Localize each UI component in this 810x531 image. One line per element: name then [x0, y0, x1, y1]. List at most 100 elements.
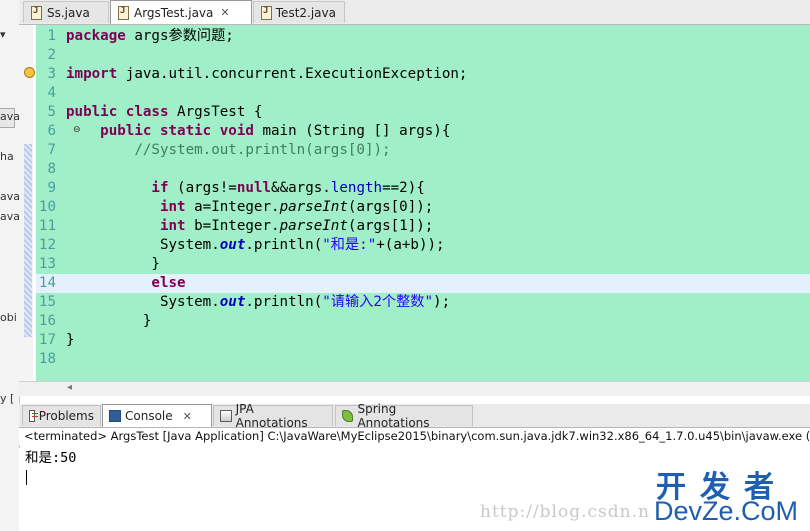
problems-icon [29, 410, 38, 422]
tree-item[interactable]: ava [0, 110, 19, 123]
static-field: out [219, 294, 246, 310]
tab-spring-annotations[interactable]: Spring Annotations [335, 402, 473, 430]
static-method: parseInt [279, 199, 348, 215]
code-line[interactable]: 1 package args参数问题; [36, 27, 810, 46]
field: length [330, 180, 383, 196]
line-number: 3 [47, 66, 56, 82]
line-number: 14 [38, 275, 56, 291]
code-line[interactable]: 10 int a=Integer.parseInt(args[0]); [36, 198, 810, 217]
tab-label: Test2.java [275, 5, 336, 20]
watermark-url: http://blog.csdn.n [480, 502, 650, 522]
tab-label: ArgsTest.java [134, 5, 214, 20]
line-number: 11 [38, 218, 56, 234]
static-method: parseInt [279, 218, 348, 234]
tab-label: Problems [38, 409, 94, 423]
close-icon[interactable]: ✕ [220, 6, 229, 19]
keyword: public static void [100, 123, 254, 139]
code-line[interactable]: 4 [36, 84, 810, 103]
code-line[interactable]: 6 public static void main (String [] arg… [36, 122, 810, 141]
line-number: 4 [47, 85, 56, 101]
java-file-icon [260, 6, 272, 20]
tree-item[interactable]: y [ [0, 392, 14, 405]
scroll-left-icon[interactable]: ◂ [67, 382, 72, 393]
selection-range-indicator [24, 144, 32, 337]
package-explorer-sliver[interactable]: ▾ ava ha ava ava obi y [ [0, 0, 20, 531]
code-line[interactable]: 13 } [36, 255, 810, 274]
string-literal: "请输入2个整数" [322, 294, 434, 310]
fold-collapse-icon[interactable]: ⊖ [73, 125, 81, 135]
tree-item[interactable]: obi [0, 311, 17, 324]
tab-label: JPA Annotations [235, 402, 308, 430]
line-number: 17 [38, 332, 56, 348]
tab-jpa-annotations[interactable]: JPA Annotations [213, 402, 333, 430]
code-line[interactable]: 17} [36, 331, 810, 350]
line-number: 6 [47, 123, 56, 139]
code-line[interactable]: 15 System.out.println("请输入2个整数"); [36, 293, 810, 312]
line-number: 8 [47, 161, 56, 177]
line-number: 9 [47, 180, 56, 196]
line-number: 16 [38, 313, 56, 329]
view-tab-bar: Problems Console ✕ JPA Annotations Sprin… [19, 402, 810, 430]
comment: //System.out.println(args[0]); [134, 142, 391, 158]
jpa-icon [220, 410, 232, 422]
close-icon[interactable]: ✕ [183, 410, 192, 423]
code-text: java.util.concurrent.ExecutionException; [117, 66, 468, 82]
text-caret [26, 470, 27, 485]
line-number: 5 [47, 104, 56, 120]
code-line[interactable]: 2 [36, 46, 810, 65]
line-number: 18 [38, 351, 56, 367]
code-line[interactable]: 3 import java.util.concurrent.ExecutionEx… [36, 65, 810, 84]
watermark-logo-en: DevZe.CoM [654, 496, 799, 526]
code-line[interactable]: 7 //System.out.println(args[0]); [36, 141, 810, 160]
chevron-down-icon[interactable]: ▾ [0, 28, 6, 41]
tab-problems[interactable]: Problems [22, 405, 101, 426]
keyword: package [66, 28, 126, 44]
tab-test2-java[interactable]: Test2.java [253, 1, 345, 23]
tab-label: Spring Annotations [357, 402, 430, 430]
tree-item[interactable]: ava [0, 210, 19, 223]
code-line[interactable]: 5 public class ArgsTest { [36, 103, 810, 122]
line-number: 7 [47, 142, 56, 158]
tree-item[interactable]: ava [0, 190, 19, 203]
line-number: 1 [47, 28, 56, 44]
tab-argstest-java[interactable]: ArgsTest.java ✕ [110, 0, 252, 24]
code-line[interactable]: 11 int b=Integer.parseInt(args[1]); [36, 217, 810, 236]
code-line[interactable]: 9 if (args!=null&&args.length==2){ [36, 179, 810, 198]
code-line[interactable]: 18 [36, 350, 810, 369]
java-file-icon [30, 6, 42, 20]
keyword: int [159, 199, 186, 215]
console-icon [109, 410, 121, 422]
line-number: 15 [38, 294, 56, 310]
line-number: 10 [38, 199, 56, 215]
code-text: ArgsTest { [168, 104, 263, 120]
line-number: 13 [38, 256, 56, 272]
tree-item[interactable]: ha [0, 150, 14, 163]
horizontal-scrollbar[interactable]: ◂ [19, 381, 810, 396]
code-editor[interactable]: 1 package args参数问题; 2 3 import java.util.c… [19, 25, 810, 381]
keyword: public class [66, 104, 169, 120]
static-field: out [219, 237, 246, 253]
code-line[interactable]: 12 System.out.println("和是:"+(a+b)); [36, 236, 810, 255]
warning-icon[interactable] [24, 67, 35, 78]
keyword: import [66, 66, 118, 82]
keyword: else [151, 275, 186, 291]
line-number: 2 [47, 47, 56, 63]
tab-ss-java[interactable]: Ss.java [23, 1, 109, 23]
code-text: main (String [] args){ [253, 123, 451, 139]
tab-label: Ss.java [47, 5, 90, 20]
code-text: args参数问题; [125, 28, 234, 44]
keyword: if [151, 180, 169, 196]
spring-icon [342, 410, 354, 422]
keyword: int [159, 218, 186, 234]
console-status: <terminated> ArgsTest [Java Application]… [19, 428, 810, 445]
string-literal: "和是:" [322, 237, 377, 253]
code-line[interactable]: 16 } [36, 312, 810, 331]
tab-label: Console [125, 409, 173, 423]
editor-tab-bar: Ss.java ArgsTest.java ✕ Test2.java [19, 0, 810, 25]
current-code-line[interactable]: 14 else [36, 274, 810, 293]
code-line[interactable]: 8 [36, 160, 810, 179]
tab-console[interactable]: Console ✕ [102, 404, 212, 427]
watermark-logo: 开发者 DevZe.CoM [648, 462, 808, 528]
keyword: null [236, 180, 272, 196]
java-file-icon [117, 6, 129, 20]
